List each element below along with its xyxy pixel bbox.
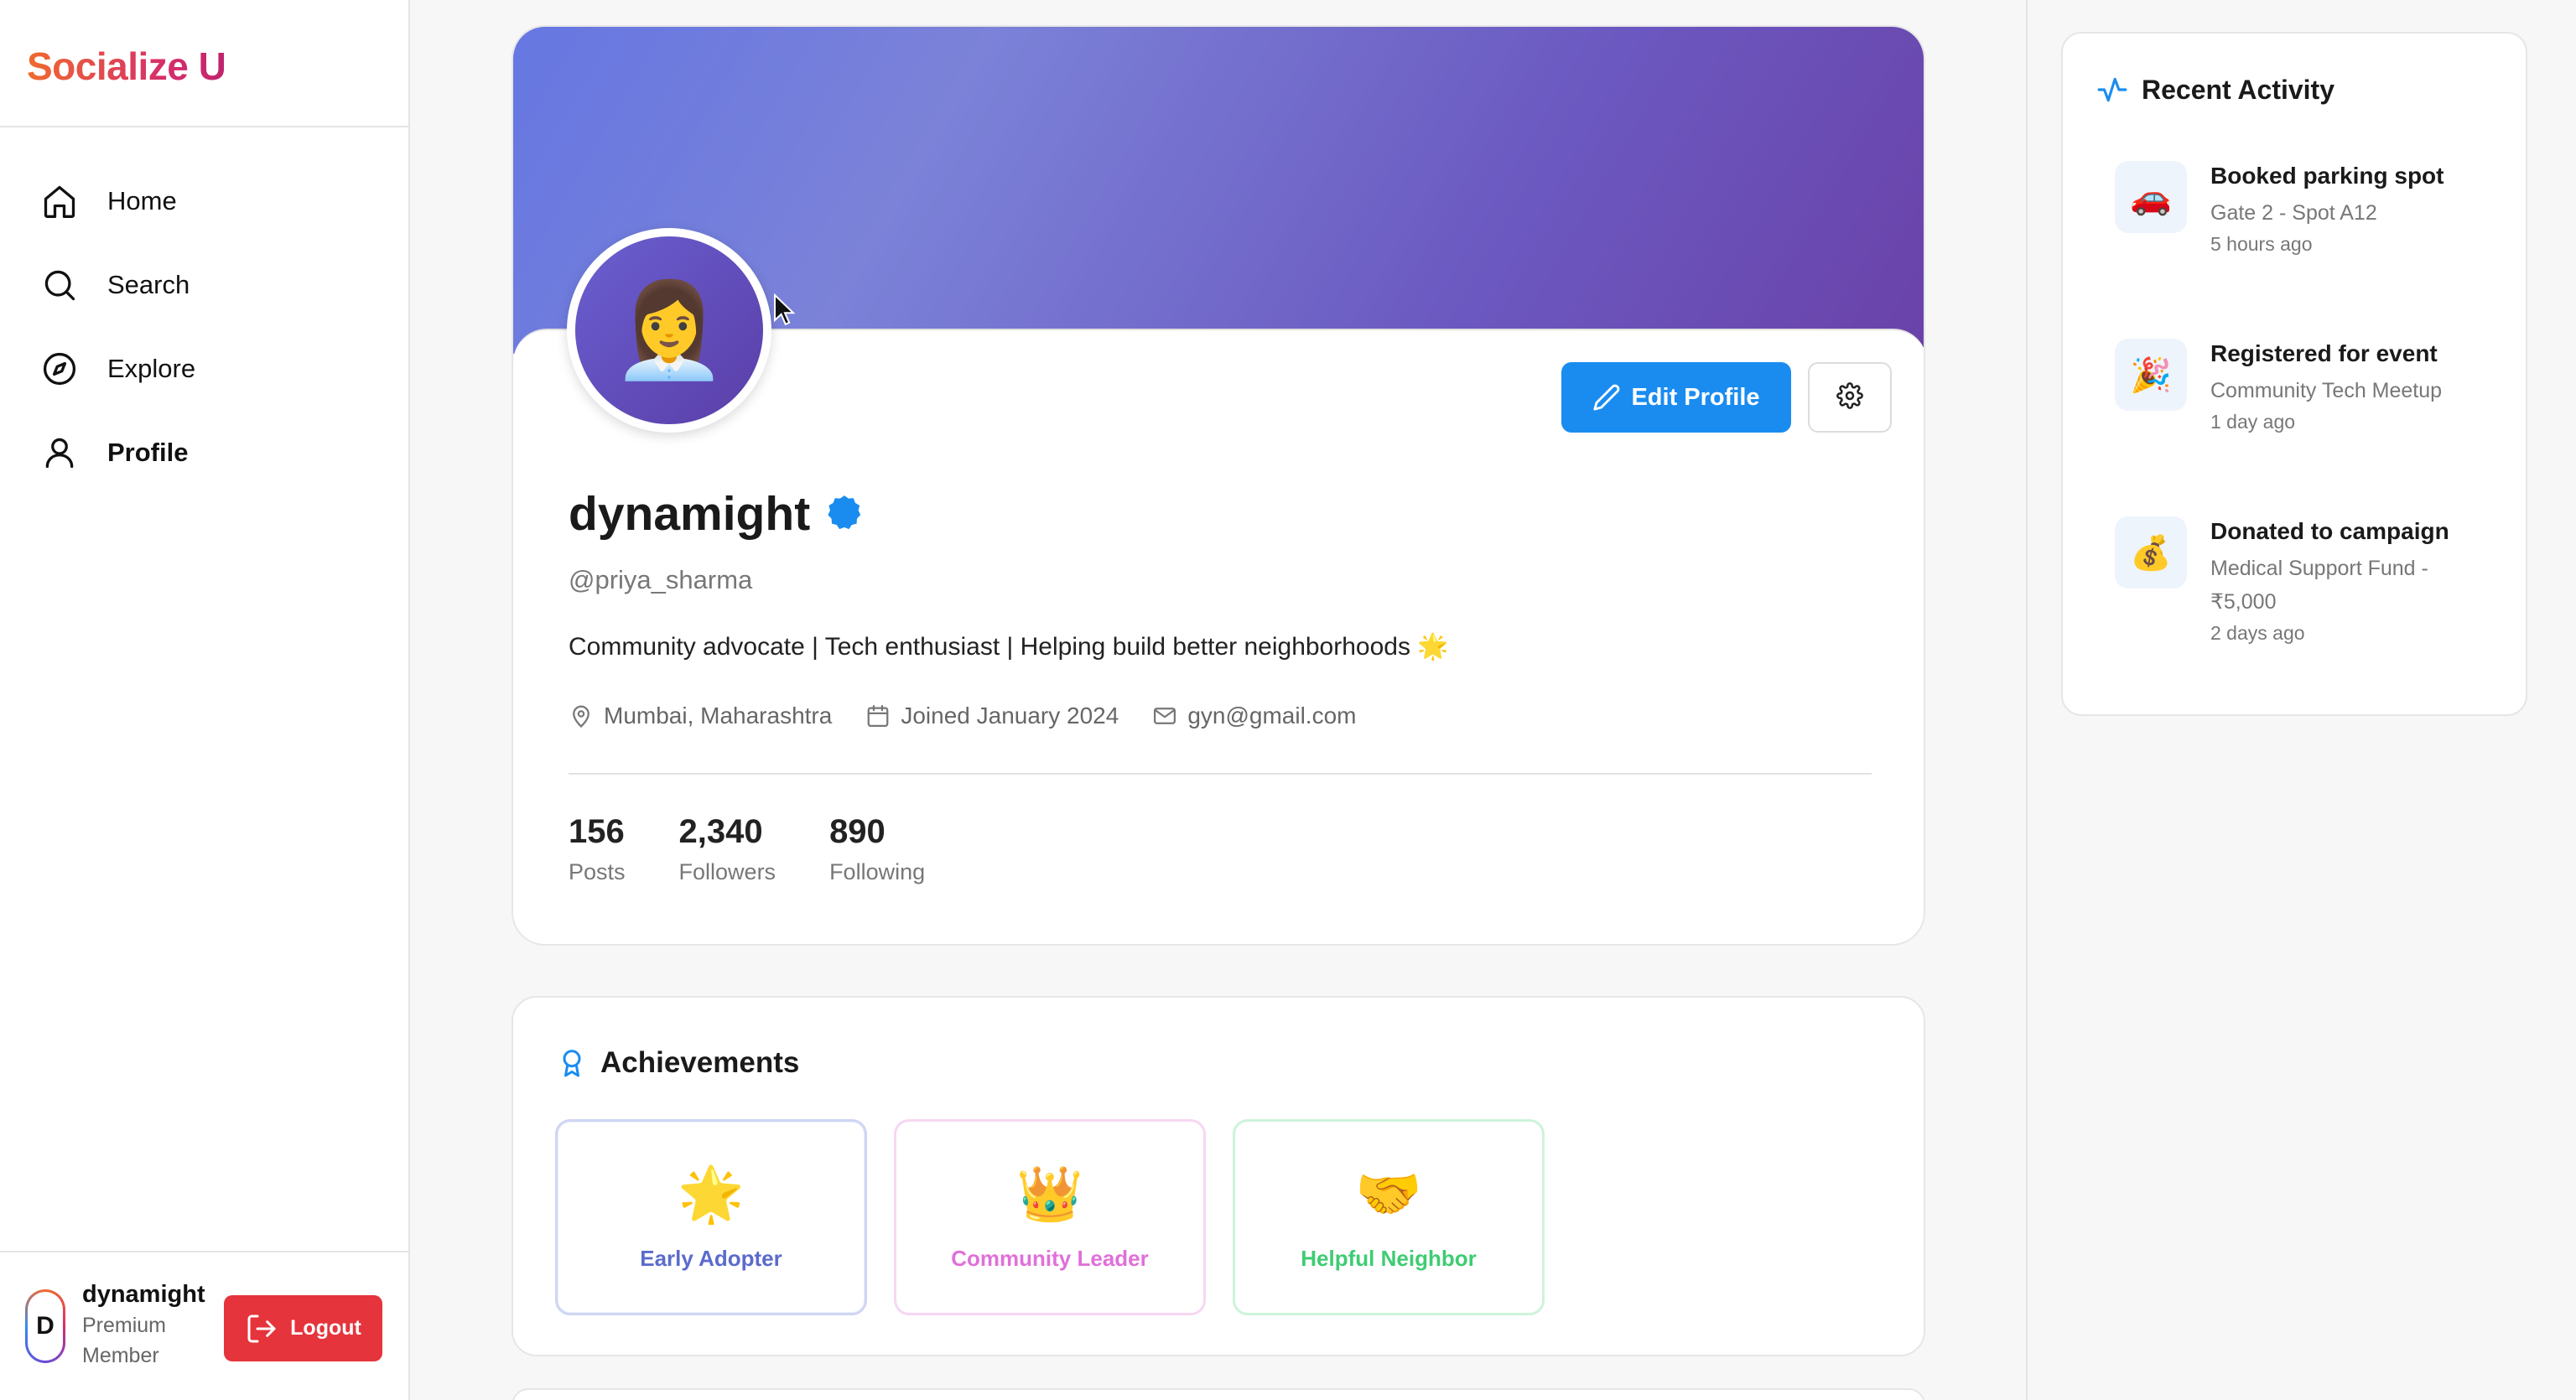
star-icon: 🌟 [678, 1163, 745, 1224]
badge-label: Early Adopter [640, 1245, 782, 1271]
stat-following[interactable]: 890 Following [829, 813, 925, 885]
activity-time: 1 day ago [2210, 411, 2296, 433]
activity-time: 2 days ago [2210, 622, 2305, 644]
nav-label: Explore [107, 354, 196, 383]
brand-logo[interactable]: Socialize U [27, 44, 226, 89]
home-icon [40, 182, 79, 220]
edit-profile-button[interactable]: Edit Profile [1561, 362, 1791, 433]
activity-item[interactable]: 🎉 Registered for event Community Tech Me… [2115, 339, 2501, 433]
main-nav: Home Search Explore Profile [0, 159, 410, 495]
mail-icon [1152, 703, 1177, 729]
badge-community-leader[interactable]: 👑 Community Leader [894, 1119, 1206, 1315]
profile-avatar[interactable]: 👩‍💼 [567, 228, 771, 433]
activity-subtitle: Community Tech Meetup [2210, 379, 2443, 402]
user-icon [40, 433, 79, 472]
activity-title: Donated to campaign [2210, 518, 2449, 544]
profile-bio: Community advocate | Tech enthusiast | H… [569, 633, 1449, 661]
joined-date: Joined January 2024 [865, 703, 1119, 729]
logout-icon [245, 1312, 278, 1346]
current-user: D dynamight Premium Member [25, 1281, 208, 1371]
display-name-text: dynamight [569, 487, 811, 541]
badge-early-adopter[interactable]: 🌟 Early Adopter [555, 1119, 867, 1315]
logout-label: Logout [290, 1316, 361, 1340]
car-icon: 🚗 [2115, 161, 2187, 233]
divider [0, 1251, 410, 1252]
achievements-heading: Achievements [557, 1046, 799, 1080]
search-icon [40, 266, 79, 304]
location: Mumbai, Maharashtra [569, 703, 832, 729]
nav-item-home[interactable]: Home [0, 159, 410, 243]
logout-button[interactable]: Logout [224, 1295, 382, 1361]
award-icon [557, 1046, 587, 1080]
edit-profile-label: Edit Profile [1631, 383, 1760, 411]
activity-title: Registered for event [2210, 340, 2438, 366]
crown-icon: 👑 [1016, 1163, 1083, 1224]
party-icon: 🎉 [2115, 339, 2187, 411]
nav-label: Search [107, 270, 190, 299]
divider [569, 773, 1872, 775]
compass-icon [40, 350, 79, 388]
nav-label: Home [107, 186, 177, 215]
handshake-icon: 🤝 [1355, 1163, 1422, 1224]
badge-helpful-neighbor[interactable]: 🤝 Helpful Neighbor [1233, 1119, 1545, 1315]
next-section-card [512, 1388, 1925, 1400]
nav-item-profile[interactable]: Profile [0, 411, 410, 495]
sidebar: Socialize U Home Search Explore Profile [0, 0, 410, 1400]
badge-label: Community Leader [951, 1245, 1149, 1271]
nav-item-search[interactable]: Search [0, 243, 410, 327]
recent-activity-card: Recent Activity 🚗 Booked parking spot Ga… [2061, 32, 2527, 716]
activity-item[interactable]: 💰 Donated to campaign Medical Support Fu… [2115, 516, 2501, 645]
user-name: dynamight [82, 1281, 205, 1308]
activity-icon [2096, 74, 2128, 106]
settings-button[interactable] [1808, 362, 1892, 433]
activity-subtitle: Medical Support Fund - ₹5,000 [2210, 557, 2428, 614]
right-panel: Recent Activity 🚗 Booked parking spot Ga… [2026, 0, 2576, 1400]
gear-icon [1836, 381, 1863, 413]
avatar[interactable]: D [25, 1289, 65, 1363]
nav-label: Profile [107, 438, 189, 467]
profile-handle: @priya_sharma [569, 565, 753, 594]
profile-card: 👩‍💼 Edit Profile dynamight @priya_sharma… [512, 25, 1925, 946]
user-meta: dynamight Premium Member [82, 1281, 208, 1371]
badge-list: 🌟 Early Adopter 👑 Community Leader 🤝 Hel… [555, 1119, 1571, 1315]
activity-subtitle: Gate 2 - Spot A12 [2210, 201, 2377, 225]
calendar-icon [865, 703, 891, 729]
recent-activity-heading: Recent Activity [2096, 74, 2334, 106]
stat-followers[interactable]: 2,340 Followers [679, 813, 776, 885]
badge-label: Helpful Neighbor [1301, 1245, 1477, 1271]
money-bag-icon: 💰 [2115, 516, 2187, 589]
activity-title: Booked parking spot [2210, 163, 2444, 189]
activity-time: 5 hours ago [2210, 233, 2313, 255]
pencil-icon [1592, 383, 1621, 412]
verified-icon [823, 493, 865, 535]
mouse-cursor-icon [773, 293, 797, 331]
achievements-card: Achievements 🌟 Early Adopter 👑 Community… [512, 996, 1925, 1356]
email: gyn@gmail.com [1152, 703, 1356, 729]
divider [0, 126, 410, 127]
profile-meta: Mumbai, Maharashtra Joined January 2024 … [569, 703, 1389, 729]
user-tier: Premium Member [82, 1314, 167, 1367]
activity-item[interactable]: 🚗 Booked parking spot Gate 2 - Spot A12 … [2115, 161, 2501, 256]
profile-display-name: dynamight [569, 486, 865, 542]
stat-posts[interactable]: 156 Posts [569, 813, 626, 885]
nav-item-explore[interactable]: Explore [0, 327, 410, 411]
profile-stats: 156 Posts 2,340 Followers 890 Following [569, 813, 979, 885]
map-pin-icon [569, 703, 594, 729]
